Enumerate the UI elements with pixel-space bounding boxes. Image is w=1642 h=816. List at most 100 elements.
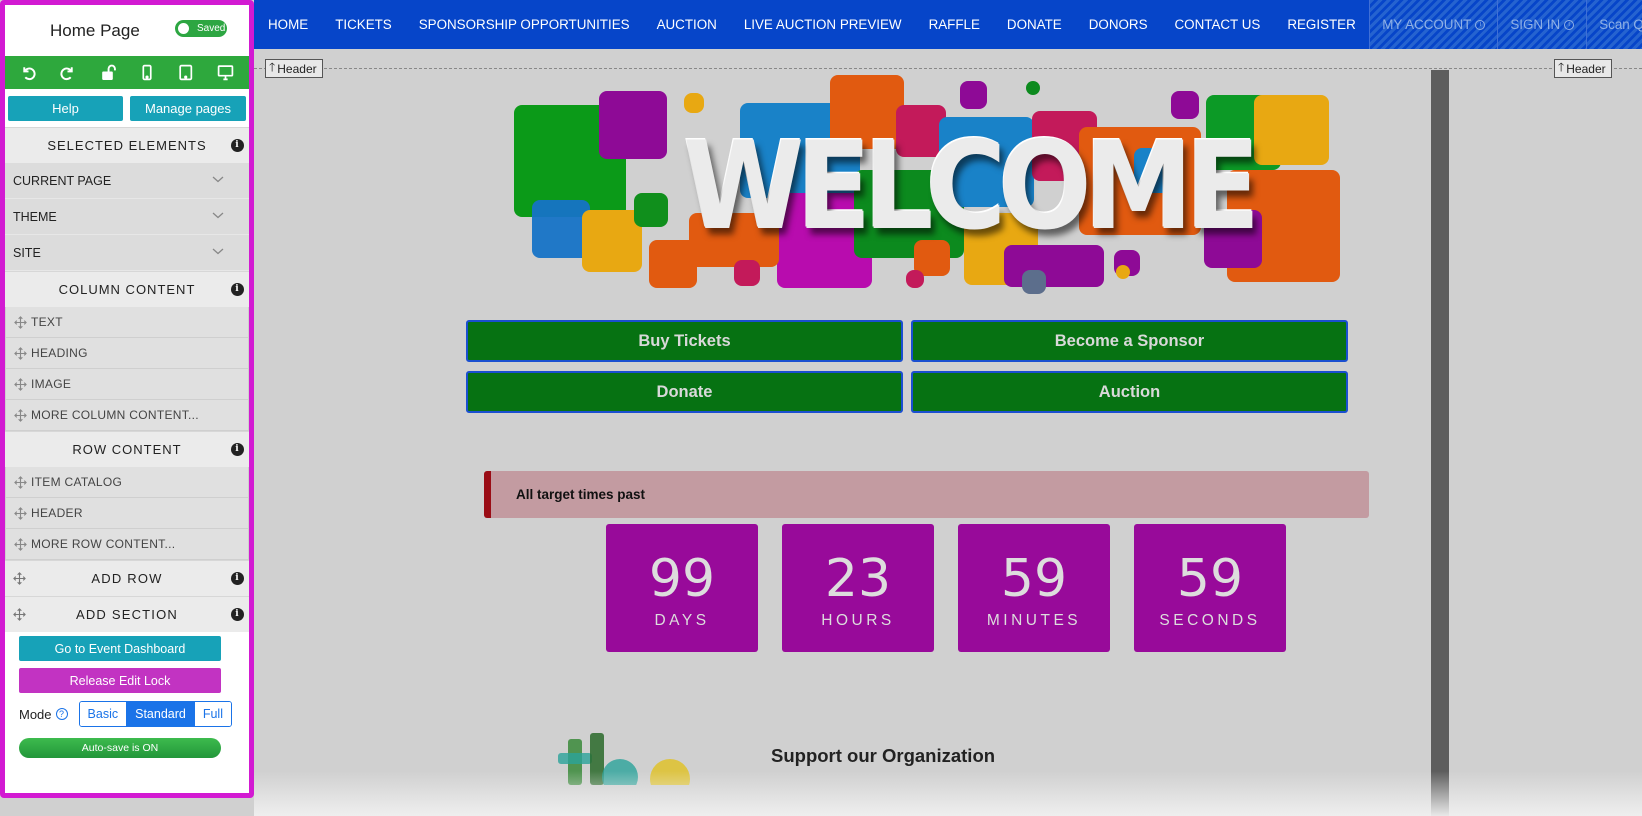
column-resize-bar[interactable]: [1431, 70, 1449, 816]
chevron-down-icon: [212, 212, 224, 219]
accordion-site[interactable]: SITE: [5, 235, 249, 271]
move-icon: [14, 315, 27, 329]
info-icon[interactable]: i: [231, 139, 244, 152]
become-sponsor-button[interactable]: Become a Sponsor: [911, 320, 1348, 362]
move-icon: [13, 608, 26, 621]
nav-register[interactable]: REGISTER: [1274, 0, 1369, 49]
accordion-current-page[interactable]: CURRENT PAGE: [5, 163, 249, 199]
header-tag-label: Header: [277, 61, 317, 76]
countdown-seconds: 59 SECONDS: [1134, 524, 1286, 652]
info-icon[interactable]: i: [231, 572, 244, 585]
donate-button[interactable]: Donate: [466, 371, 903, 413]
help-button[interactable]: Help: [8, 95, 123, 121]
hero-square: [1254, 95, 1329, 165]
drag-item-label: TEXT: [31, 315, 63, 329]
countdown-unit: MINUTES: [986, 611, 1082, 629]
hero-square: [684, 93, 704, 113]
event-dashboard-button[interactable]: Go to Event Dashboard: [19, 636, 221, 661]
info-icon[interactable]: i: [231, 283, 244, 296]
chevron-down-icon: [212, 248, 224, 255]
accordion-label: THEME: [13, 209, 57, 224]
hero-square: [1116, 265, 1130, 279]
move-icon: [14, 408, 27, 422]
accordion-label: SITE: [13, 245, 41, 260]
countdown-unit: SECONDS: [1159, 611, 1261, 629]
editor-toolbar: [5, 56, 249, 89]
move-icon: [13, 572, 26, 585]
countdown-hours: 23 HOURS: [782, 524, 934, 652]
drag-item-header[interactable]: HEADER: [5, 498, 249, 529]
drag-item-label: ITEM CATALOG: [31, 475, 123, 489]
auction-button[interactable]: Auction: [911, 371, 1348, 413]
desktop-view-icon[interactable]: [214, 62, 236, 84]
page-editor-panel: Home Page Saved Help Manage pages SELECT…: [0, 0, 254, 798]
add-section-draggable[interactable]: ADD SECTION i: [5, 596, 249, 632]
info-circle-icon: i: [1475, 19, 1486, 30]
redo-icon[interactable]: [57, 62, 79, 84]
arrow-up-icon: 🡑: [1558, 60, 1565, 74]
nav-donate[interactable]: DONATE: [993, 0, 1075, 49]
header-tag-left[interactable]: 🡑 Header: [265, 59, 323, 78]
hero-square: [960, 81, 987, 109]
drag-item-text[interactable]: TEXT: [5, 307, 249, 338]
nav-raffle[interactable]: RAFFLE: [915, 0, 993, 49]
chevron-down-icon: [212, 176, 224, 183]
mode-basic-option[interactable]: Basic: [79, 702, 128, 726]
release-edit-lock-button[interactable]: Release Edit Lock: [19, 668, 221, 693]
header-boundary-line: [254, 68, 1642, 69]
countdown-days: 99 DAYS: [606, 524, 758, 652]
hero-square: [1026, 81, 1040, 95]
nav-auction[interactable]: AUCTION: [643, 0, 730, 49]
nav-tickets[interactable]: TICKETS: [322, 0, 406, 49]
accordion-theme[interactable]: THEME: [5, 199, 249, 235]
autosave-toggle[interactable]: Auto-save is ON: [19, 738, 221, 758]
info-icon[interactable]: i: [231, 608, 244, 621]
drag-item-label: MORE COLUMN CONTENT...: [31, 408, 199, 422]
undo-icon[interactable]: [18, 62, 40, 84]
header-tag-right[interactable]: 🡑 Header: [1554, 59, 1612, 78]
drag-item-more-column[interactable]: MORE COLUMN CONTENT...: [5, 400, 249, 431]
column-content-header: COLUMN CONTENT i: [5, 271, 249, 307]
nav-sign-in[interactable]: SIGN IN i: [1497, 0, 1587, 49]
hero-square: [599, 91, 667, 159]
countdown-unit: HOURS: [821, 611, 895, 629]
accordion-label: CURRENT PAGE: [13, 173, 112, 188]
tablet-view-icon[interactable]: [175, 62, 197, 84]
info-icon[interactable]: i: [231, 443, 244, 456]
drag-item-more-row[interactable]: MORE ROW CONTENT...: [5, 529, 249, 560]
nav-home[interactable]: HOME: [254, 0, 322, 49]
manage-pages-button[interactable]: Manage pages: [130, 95, 246, 121]
nav-live-auction-preview[interactable]: LIVE AUCTION PREVIEW: [730, 0, 915, 49]
mode-standard-option[interactable]: Standard: [127, 702, 195, 726]
drag-item-item-catalog[interactable]: ITEM CATALOG: [5, 467, 249, 498]
buy-tickets-button[interactable]: Buy Tickets: [466, 320, 903, 362]
add-row-draggable[interactable]: ADD ROW i: [5, 560, 249, 596]
saved-toggle[interactable]: Saved: [175, 20, 227, 37]
nav-scan-qr[interactable]: Scan QR Codei: [1586, 0, 1642, 49]
nav-sponsorship[interactable]: SPONSORSHIP OPPORTUNITIES: [405, 0, 643, 49]
nav-contact-us[interactable]: CONTACT US: [1161, 0, 1274, 49]
panel-footer: Go to Event Dashboard Release Edit Lock …: [5, 632, 249, 793]
hero-square: [634, 193, 668, 227]
unlock-icon[interactable]: [96, 62, 118, 84]
mode-full-option[interactable]: Full: [194, 702, 231, 726]
move-icon: [14, 506, 27, 520]
mode-label: Mode: [19, 706, 52, 722]
hero-square: [1022, 270, 1046, 294]
nav-my-account[interactable]: MY ACCOUNT i: [1369, 0, 1498, 49]
mobile-view-icon[interactable]: [136, 62, 158, 84]
alert-message: All target times past: [516, 487, 646, 502]
countdown-value: 23: [824, 548, 892, 609]
drag-item-label: HEADER: [31, 506, 83, 520]
nav-donors[interactable]: DONORS: [1075, 0, 1161, 49]
move-icon: [14, 537, 27, 551]
move-icon: [14, 475, 27, 489]
hero-square: [734, 260, 760, 286]
countdown-alert: All target times past: [484, 471, 1369, 518]
drag-item-image[interactable]: IMAGE: [5, 369, 249, 400]
help-question-icon[interactable]: ?: [55, 708, 68, 720]
drag-item-heading[interactable]: HEADING: [5, 338, 249, 369]
row-content-label: ROW CONTENT: [72, 442, 182, 457]
help-manage-row: Help Manage pages: [5, 89, 249, 127]
countdown-unit: DAYS: [654, 611, 710, 629]
